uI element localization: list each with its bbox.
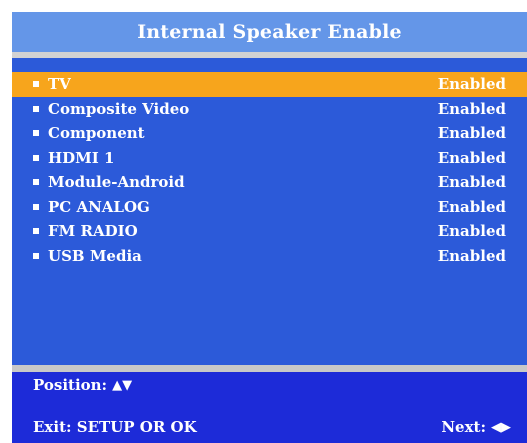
menu-item-composite-video[interactable]: Composite Video Enabled [12, 97, 527, 122]
menu-item-fm-radio[interactable]: FM RADIO Enabled [12, 219, 527, 244]
osd-window: Internal Speaker Enable TV Enabled Compo… [0, 0, 527, 443]
square-bullet-icon [33, 105, 39, 112]
menu-item-label: FM RADIO [48, 222, 138, 241]
menu-item-usb-media[interactable]: USB Media Enabled [12, 244, 527, 269]
menu-item-pc-analog[interactable]: PC ANALOG Enabled [12, 195, 527, 220]
square-bullet-icon [33, 179, 39, 186]
menu-item-label: Composite Video [48, 99, 190, 118]
position-label: Position: [33, 376, 108, 394]
menu-item-value[interactable]: Enabled [438, 75, 506, 93]
square-bullet-icon [33, 81, 39, 88]
menu-item-value[interactable]: Enabled [438, 149, 506, 167]
menu-item-tv[interactable]: TV Enabled [12, 72, 527, 97]
menu-item-label: PC ANALOG [48, 197, 150, 216]
menu-item-value[interactable]: Enabled [438, 198, 506, 216]
menu-item-value[interactable]: Enabled [438, 173, 506, 191]
page-title: Internal Speaker Enable [12, 12, 527, 52]
square-bullet-icon [33, 154, 39, 161]
square-bullet-icon [33, 252, 39, 259]
menu-item-value[interactable]: Enabled [438, 100, 506, 118]
exit-hint: Exit: SETUP OR OK [33, 418, 197, 436]
menu-item-label: HDMI 1 [48, 148, 115, 167]
menu-item-value[interactable]: Enabled [438, 124, 506, 142]
menu-item-hdmi-1[interactable]: HDMI 1 Enabled [12, 146, 527, 171]
menu-item-label: Module-Android [48, 173, 185, 192]
menu-list: TV Enabled Composite Video Enabled Compo… [12, 72, 527, 268]
menu-item-label: Component [48, 124, 145, 143]
position-hint: Position: ▲▼ [33, 376, 132, 394]
menu-item-value[interactable]: Enabled [438, 222, 506, 240]
menu-item-module-android[interactable]: Module-Android Enabled [12, 170, 527, 195]
menu-item-label: TV [48, 75, 71, 94]
menu-item-value[interactable]: Enabled [438, 247, 506, 265]
square-bullet-icon [33, 203, 39, 210]
up-down-arrows-icon: ▲▼ [112, 377, 133, 393]
footer-separator [12, 365, 527, 372]
square-bullet-icon [33, 228, 39, 235]
speaker-settings-list: TV Enabled Composite Video Enabled Compo… [12, 58, 527, 365]
next-hint: Next: ◀▶ [441, 418, 511, 436]
menu-item-component[interactable]: Component Enabled [12, 121, 527, 146]
left-right-arrows-icon: ◀▶ [491, 419, 511, 435]
square-bullet-icon [33, 130, 39, 137]
menu-item-label: USB Media [48, 246, 142, 265]
next-label: Next: [441, 418, 486, 436]
